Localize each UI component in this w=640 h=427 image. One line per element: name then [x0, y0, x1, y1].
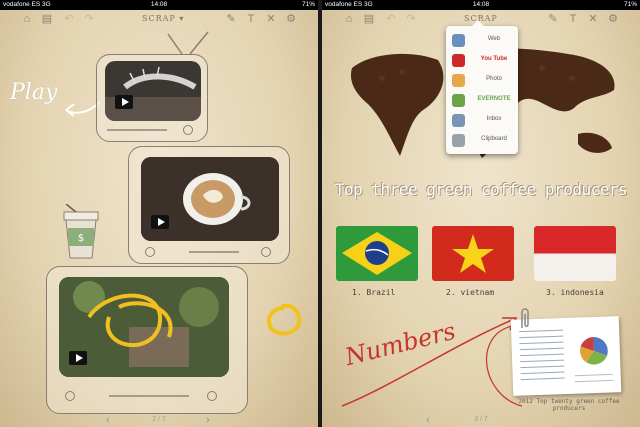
tv-knob [145, 247, 155, 257]
play-button[interactable] [115, 95, 133, 109]
play-button[interactable] [151, 215, 169, 229]
menu-item-label: EVERNOTE [477, 96, 511, 102]
document-caption: 2012 Top twenty green coffee producers [518, 398, 620, 412]
undo-icon[interactable]: ↶ [384, 12, 398, 26]
evernote-icon [452, 94, 465, 107]
play-button[interactable] [69, 351, 87, 365]
tv-frame-1 [96, 54, 208, 142]
tv-speaker [107, 129, 167, 131]
page-indicator: 2 / 7 [152, 416, 166, 423]
play-handwriting: Play [10, 80, 58, 105]
scrap-dropdown-menu: Web You Tube Photo EVERNOTE Inbox Clipbo… [446, 20, 518, 154]
text-icon[interactable]: T [566, 12, 580, 26]
undo-icon[interactable]: ↶ [62, 12, 76, 26]
battery-label: 71% [301, 1, 315, 8]
menu-item-inbox[interactable]: Inbox [450, 112, 514, 130]
tv-knob [261, 247, 271, 257]
pager: ‹ 3 / 7 [322, 414, 640, 426]
menu-item-label: You Tube [480, 56, 508, 62]
menu-item-clipboard[interactable]: Clipboard [450, 132, 514, 150]
tv-speaker [189, 251, 239, 253]
flag-label-vietnam: 2. vietnam [446, 288, 495, 297]
home-icon[interactable]: ⌂ [20, 12, 34, 26]
status-bar: vodafone ES 3G 14:08 71% [322, 0, 640, 10]
paperclip-icon [521, 308, 529, 328]
status-bar: vodafone ES 3G 14:08 71% [0, 0, 318, 10]
video-thumbnail-coffee[interactable] [141, 157, 279, 241]
tv-speaker [109, 395, 189, 397]
tv-frame-2 [128, 146, 290, 264]
right-page: vodafone ES 3G 14:08 71% ⌂ ▤ ↶ ↷ SCRAP ✎… [322, 0, 640, 427]
menu-item-label: Photo [486, 76, 502, 82]
page-indicator: 3 / 7 [474, 416, 488, 423]
svg-text:$: $ [78, 233, 84, 244]
redo-icon[interactable]: ↷ [404, 12, 418, 26]
menu-item-label: Web [487, 36, 501, 42]
text-icon[interactable]: T [244, 12, 258, 26]
flag-label-indonesia: 3. indonesia [546, 288, 604, 297]
toolbar: ⌂ ▤ ↶ ↷ SCRAP ▾ ✎ T ✕ ⚙ [0, 10, 318, 30]
settings-icon[interactable]: ⚙ [284, 12, 298, 26]
menu-item-youtube[interactable]: You Tube [450, 52, 514, 70]
video-thumbnail-feather[interactable] [105, 61, 201, 121]
clipboard-icon [452, 134, 465, 147]
flag-label-brazil: 1. Brazil [352, 288, 396, 297]
video-thumbnail-garden[interactable] [59, 277, 229, 377]
pen-icon[interactable]: ✎ [224, 12, 238, 26]
home-icon[interactable]: ⌂ [342, 12, 356, 26]
menu-item-evernote[interactable]: EVERNOTE [450, 92, 514, 110]
tv-knob [65, 391, 75, 401]
indonesia-flag [534, 226, 616, 281]
tv-knob [207, 391, 217, 401]
left-page: vodafone ES 3G 14:08 71% ⌂ ▤ ↶ ↷ SCRAP ▾… [0, 0, 318, 427]
scrap-menu-button[interactable]: SCRAP ▾ [142, 14, 184, 23]
redo-icon[interactable]: ↷ [82, 12, 96, 26]
pager: ‹ 2 / 7 › [0, 414, 318, 426]
scrap-label: SCRAP [142, 14, 176, 23]
delete-icon[interactable]: ✕ [586, 12, 600, 26]
next-page-icon[interactable]: › [206, 414, 210, 426]
inbox-icon [452, 114, 465, 127]
photo-icon [452, 74, 465, 87]
library-icon[interactable]: ▤ [40, 12, 54, 26]
tv-knob [183, 125, 193, 135]
clock: 14:08 [472, 1, 490, 8]
prev-page-icon[interactable]: ‹ [106, 414, 110, 426]
clock: 14:08 [150, 1, 168, 8]
globe-icon [452, 34, 465, 47]
pen-icon[interactable]: ✎ [546, 12, 560, 26]
tv-antenna [167, 31, 209, 55]
delete-icon[interactable]: ✕ [264, 12, 278, 26]
settings-icon[interactable]: ⚙ [606, 12, 620, 26]
menu-item-label: Inbox [486, 116, 502, 122]
headline: Top three green coffee producers [334, 180, 628, 199]
coffee-cup-doodle: $ [63, 204, 99, 259]
menu-item-label: Clipboard [481, 136, 507, 142]
tv-frame-3 [46, 266, 248, 414]
prev-page-icon[interactable]: ‹ [426, 414, 430, 426]
vietnam-flag [432, 226, 514, 281]
brazil-flag [336, 226, 418, 281]
library-icon[interactable]: ▤ [362, 12, 376, 26]
youtube-icon [452, 54, 465, 67]
battery-label: 71% [623, 1, 637, 8]
menu-item-web[interactable]: Web [450, 32, 514, 50]
yellow-circle-doodle [267, 303, 302, 336]
menu-item-photo[interactable]: Photo [450, 72, 514, 90]
